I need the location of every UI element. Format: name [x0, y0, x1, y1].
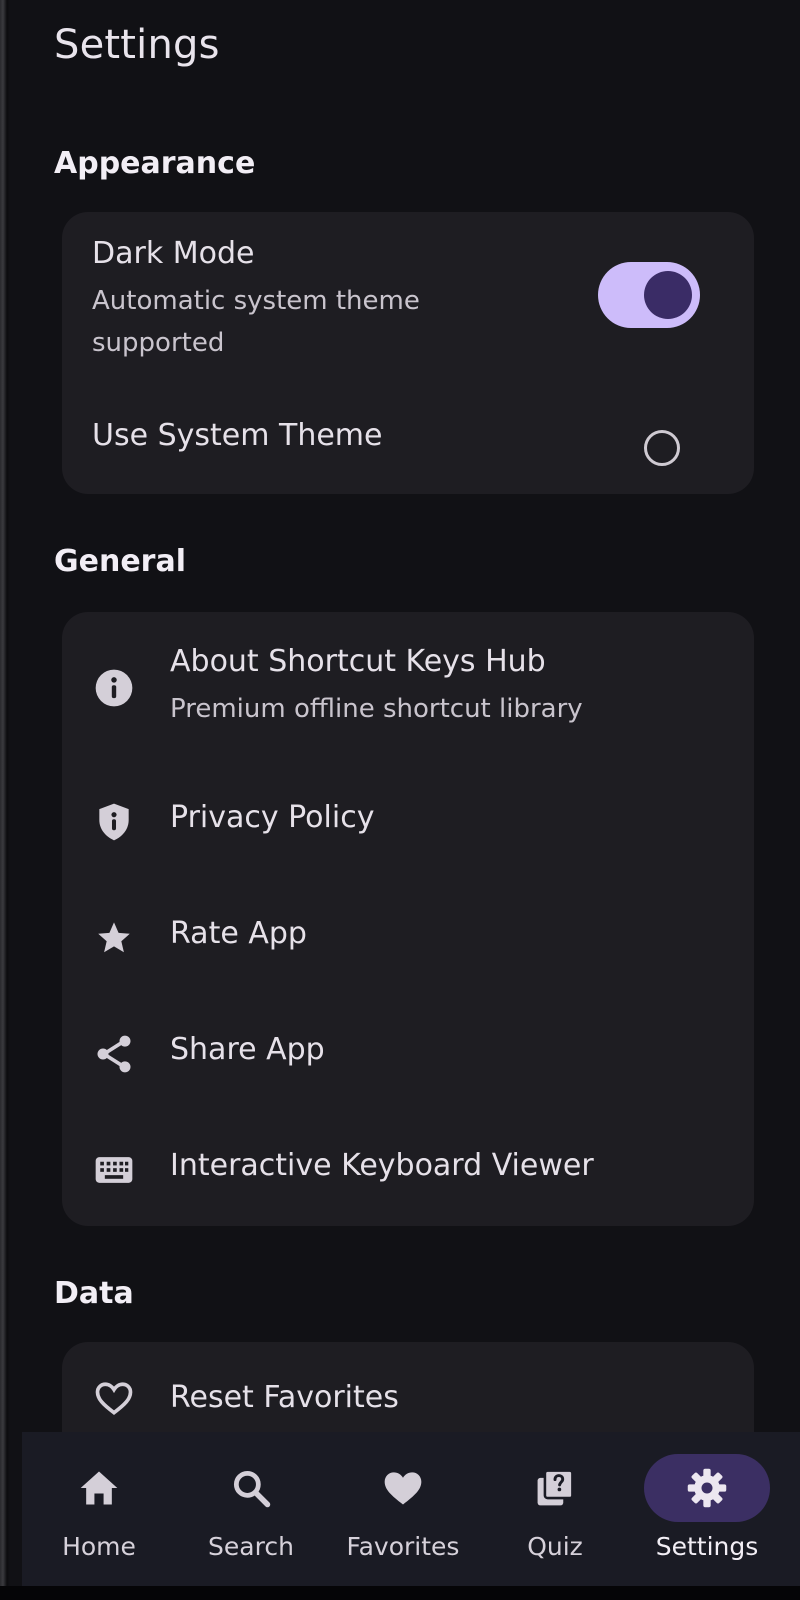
nav-label-search: Search	[208, 1532, 294, 1561]
dark-mode-subtitle-line2: supported	[92, 328, 225, 358]
page-title: Settings	[54, 22, 220, 68]
quiz-icon	[533, 1466, 577, 1510]
rate-app-title: Rate App	[170, 916, 307, 951]
keyboard-viewer-row[interactable]: Interactive Keyboard Viewer	[62, 1116, 754, 1226]
search-icon	[229, 1466, 273, 1510]
appearance-card: Dark Mode Automatic system theme support…	[62, 212, 754, 494]
keyboard-viewer-title: Interactive Keyboard Viewer	[170, 1148, 594, 1183]
nav-item-search[interactable]: Search	[178, 1432, 332, 1582]
dark-mode-title: Dark Mode	[92, 236, 255, 271]
about-title: About Shortcut Keys Hub	[170, 644, 546, 679]
nav-label-home: Home	[62, 1532, 136, 1561]
heart-outline-icon	[92, 1376, 136, 1420]
reset-favorites-title: Reset Favorites	[170, 1380, 399, 1415]
dark-mode-row[interactable]: Dark Mode Automatic system theme support…	[62, 212, 754, 372]
use-system-theme-row[interactable]: Use System Theme	[62, 382, 754, 482]
share-app-title: Share App	[170, 1032, 325, 1067]
dark-mode-subtitle: Automatic system theme supported	[92, 280, 420, 364]
general-card: About Shortcut Keys Hub Premium offline …	[62, 612, 754, 1226]
rate-app-row[interactable]: Rate App	[62, 880, 754, 998]
nav-label-settings: Settings	[655, 1532, 759, 1561]
nav-item-quiz[interactable]: Quiz	[482, 1432, 636, 1582]
settings-screen: Settings Appearance Dark Mode Automatic …	[0, 0, 800, 1600]
home-icon	[77, 1466, 121, 1510]
use-system-theme-title: Use System Theme	[92, 418, 383, 453]
system-gesture-bar-area	[0, 1586, 800, 1600]
device-edge	[0, 0, 10, 1600]
nav-label-quiz: Quiz	[527, 1532, 583, 1561]
share-icon	[92, 1032, 136, 1076]
privacy-policy-row[interactable]: Privacy Policy	[62, 762, 754, 880]
about-row[interactable]: About Shortcut Keys Hub Premium offline …	[62, 612, 754, 762]
nav-label-favorites: Favorites	[346, 1532, 460, 1561]
nav-item-settings[interactable]: Settings	[634, 1432, 788, 1582]
info-icon	[92, 666, 136, 710]
star-icon	[92, 916, 136, 960]
about-subtitle: Premium offline shortcut library	[170, 694, 583, 724]
heart-icon	[381, 1466, 425, 1510]
section-header-appearance: Appearance	[54, 146, 256, 181]
gear-icon	[685, 1466, 729, 1510]
use-system-theme-radio[interactable]	[644, 430, 680, 466]
dark-mode-toggle[interactable]	[598, 262, 700, 328]
share-app-row[interactable]: Share App	[62, 998, 754, 1116]
shield-icon	[92, 800, 136, 844]
bottom-navigation: Home Search Favorites Quiz Settings	[22, 1432, 800, 1600]
toggle-knob	[644, 271, 692, 319]
privacy-policy-title: Privacy Policy	[170, 800, 375, 835]
dark-mode-subtitle-line1: Automatic system theme	[92, 286, 420, 316]
keyboard-icon	[92, 1148, 136, 1192]
nav-item-home[interactable]: Home	[26, 1432, 180, 1582]
section-header-data: Data	[54, 1276, 134, 1311]
section-header-general: General	[54, 544, 186, 579]
nav-item-favorites[interactable]: Favorites	[330, 1432, 484, 1582]
